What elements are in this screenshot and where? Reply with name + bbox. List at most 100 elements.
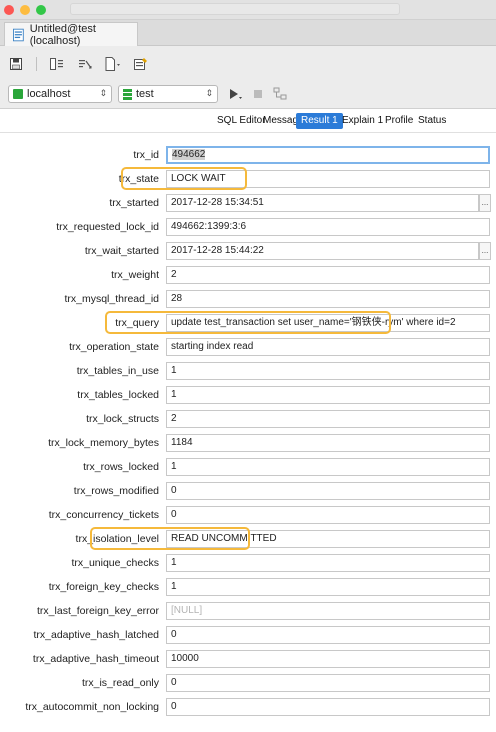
field-label: trx_weight xyxy=(111,269,159,281)
form-row: trx_operation_state starting index read xyxy=(0,337,496,359)
field-value[interactable]: 10000 xyxy=(166,650,490,668)
field-value[interactable]: 0 xyxy=(166,482,490,500)
database-value: test xyxy=(136,88,154,100)
form-row: trx_lock_structs 2 xyxy=(0,409,496,431)
field-label: trx_foreign_key_checks xyxy=(48,581,159,593)
editor-toolbar xyxy=(0,47,496,81)
field-label: trx_adaptive_hash_timeout xyxy=(32,653,159,665)
run-icon[interactable] xyxy=(228,86,244,102)
chevron-updown-icon: ⇕ xyxy=(205,88,213,98)
field-value[interactable]: 1 xyxy=(166,386,490,404)
database-icon xyxy=(123,88,132,100)
form-row: trx_rows_locked 1 xyxy=(0,457,496,479)
query-format-icon[interactable] xyxy=(49,56,65,72)
form-row: trx_rows_modified 0 xyxy=(0,481,496,503)
form-row: trx_requested_lock_id 494662:1399:3:6 xyxy=(0,217,496,239)
field-value[interactable]: 2 xyxy=(166,410,490,428)
field-label: trx_wait_started xyxy=(84,245,159,257)
field-value[interactable]: 494662 xyxy=(166,146,490,164)
ellipsis-button[interactable]: ... xyxy=(479,242,491,260)
form-row: trx_query update test_transaction set us… xyxy=(0,313,496,335)
field-value[interactable]: 0 xyxy=(166,698,490,716)
field-label: trx_lock_structs xyxy=(86,413,159,425)
connection-select[interactable]: localhost ⇕ xyxy=(8,85,112,103)
window-title-area xyxy=(70,3,400,15)
query-beautify-icon[interactable] xyxy=(77,56,93,72)
form-row: trx_state LOCK WAIT xyxy=(0,169,496,191)
tab-result-1[interactable]: Result 1 xyxy=(296,113,343,129)
form-row: trx_concurrency_tickets 0 xyxy=(0,505,496,527)
toolbar-divider xyxy=(36,57,37,71)
field-label: trx_state xyxy=(118,173,159,185)
form-row: trx_adaptive_hash_latched 0 xyxy=(0,625,496,647)
tab-bar: Untitled@test (localhost) xyxy=(0,20,496,47)
field-label: trx_rows_modified xyxy=(73,485,159,497)
form-row: trx_is_read_only 0 xyxy=(0,673,496,695)
field-label: trx_requested_lock_id xyxy=(56,221,159,233)
field-value[interactable]: starting index read xyxy=(166,338,490,356)
field-label: trx_adaptive_hash_latched xyxy=(33,629,159,641)
field-value[interactable]: READ UNCOMMITTED xyxy=(166,530,490,548)
field-value[interactable]: 0 xyxy=(166,506,490,524)
title-bar xyxy=(0,0,496,20)
field-value[interactable]: 1 xyxy=(166,362,490,380)
field-value[interactable]: LOCK WAIT xyxy=(166,170,490,188)
save-icon[interactable] xyxy=(8,56,24,72)
field-value[interactable]: update test_transaction set user_name='钢… xyxy=(166,314,490,332)
field-value[interactable]: 2 xyxy=(166,266,490,284)
ellipsis-button[interactable]: ... xyxy=(479,194,491,212)
explain-icon[interactable] xyxy=(272,86,288,102)
form-row: trx_weight 2 xyxy=(0,265,496,287)
field-label: trx_lock_memory_bytes xyxy=(48,437,159,449)
field-value[interactable]: 1 xyxy=(166,578,490,596)
field-value[interactable]: 1184 xyxy=(166,434,490,452)
field-label: trx_query xyxy=(115,317,159,329)
form-row: trx_last_foreign_key_error [NULL] xyxy=(0,601,496,623)
export-doc-icon[interactable] xyxy=(105,56,121,72)
selected-value-text: 494662 xyxy=(172,149,206,160)
field-label: trx_unique_checks xyxy=(71,557,159,569)
form-row: trx_autocommit_non_locking 0 xyxy=(0,697,496,719)
form-row: trx_wait_started 2017-12-28 15:44:22 ... xyxy=(0,241,496,263)
tab-title: Untitled@test (localhost) xyxy=(29,22,96,47)
tab-query[interactable]: Untitled@test (localhost) xyxy=(4,22,138,47)
field-value[interactable]: 0 xyxy=(166,674,490,692)
field-value[interactable]: [NULL] xyxy=(166,602,490,620)
field-value[interactable]: 28 xyxy=(166,290,490,308)
form-row: trx_unique_checks 1 xyxy=(0,553,496,575)
form-row: trx_mysql_thread_id 28 xyxy=(0,289,496,311)
form-row: trx_id 494662 xyxy=(0,145,496,167)
tab-status[interactable]: Status xyxy=(413,113,451,129)
field-value[interactable]: 1 xyxy=(166,554,490,572)
query-build-icon[interactable] xyxy=(133,56,149,72)
field-label: trx_autocommit_non_locking xyxy=(25,701,159,713)
field-label: trx_rows_locked xyxy=(83,461,159,473)
zoom-window-button[interactable] xyxy=(36,5,46,15)
field-label: trx_tables_locked xyxy=(77,389,159,401)
connection-icon xyxy=(13,89,23,99)
query-doc-icon xyxy=(13,28,24,41)
chevron-updown-icon: ⇕ xyxy=(99,88,107,98)
field-label: trx_isolation_level xyxy=(75,533,159,545)
form-row: trx_adaptive_hash_timeout 10000 xyxy=(0,649,496,671)
field-label: trx_id xyxy=(133,149,159,161)
field-value[interactable]: 2017-12-28 15:44:22 xyxy=(166,242,479,260)
stop-icon[interactable] xyxy=(250,86,266,102)
field-value[interactable]: 1 xyxy=(166,458,490,476)
connection-toolbar: localhost ⇕ test ⇕ xyxy=(0,81,496,107)
form-row: trx_lock_memory_bytes 1184 xyxy=(0,433,496,455)
minimize-window-button[interactable] xyxy=(20,5,30,15)
field-label: trx_is_read_only xyxy=(81,677,159,689)
field-label: trx_operation_state xyxy=(69,341,159,353)
database-select[interactable]: test ⇕ xyxy=(118,85,218,103)
form-row: trx_tables_in_use 1 xyxy=(0,361,496,383)
main-panel: SQL Editor Message Result 1 Explain 1 Pr… xyxy=(0,108,496,732)
form-row: trx_foreign_key_checks 1 xyxy=(0,577,496,599)
form-row: trx_started 2017-12-28 15:34:51 ... xyxy=(0,193,496,215)
field-value[interactable]: 0 xyxy=(166,626,490,644)
close-window-button[interactable] xyxy=(4,5,14,15)
field-label: trx_last_foreign_key_error xyxy=(37,605,159,617)
field-value[interactable]: 2017-12-28 15:34:51 xyxy=(166,194,479,212)
field-label: trx_mysql_thread_id xyxy=(64,293,159,305)
field-value[interactable]: 494662:1399:3:6 xyxy=(166,218,490,236)
